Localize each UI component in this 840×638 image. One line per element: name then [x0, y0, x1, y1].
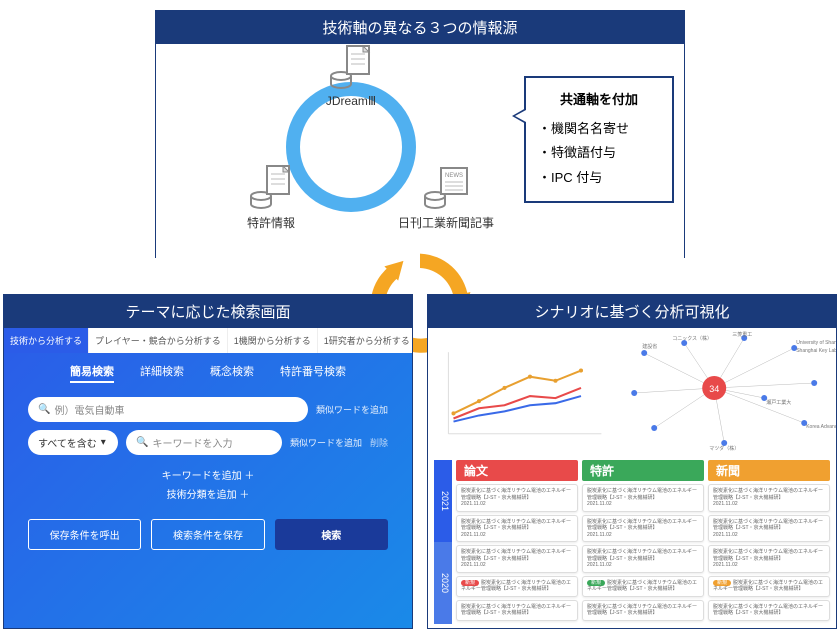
db-news-label: 日刊工業新聞記事 [391, 214, 501, 231]
db-jdream: JDreamⅢ [316, 42, 386, 108]
callout-title: 共通軸を付加 [538, 88, 660, 113]
svg-text:三菱重工: 三菱重工 [732, 331, 752, 338]
timeline-col: 2021 2020 [434, 460, 452, 624]
search-ui: 技術から分析する プレイヤー・競合から分析する 1機関から分析する 1研究者から… [4, 328, 412, 628]
search-title: テーマに応じた検索画面 [4, 295, 412, 328]
search-body: 技術から分析する プレイヤー・競合から分析する 1機関から分析する 1研究者から… [4, 328, 412, 628]
result-card[interactable]: 脱炭素化に基づく海洋リチウム電池のエネルギー管理戦略【J-ST・京大機械研】20… [456, 515, 578, 543]
callout-tail-icon [512, 108, 526, 124]
cat-header-papers: 論文 [456, 460, 578, 481]
add-similar-word[interactable]: 類似ワードを追加 [290, 436, 362, 449]
result-card[interactable]: 脱炭素化に基づく海洋リチウム電池のエネルギー管理戦略【J-ST・京大機械研】20… [582, 515, 704, 543]
result-cards: 2021 2020 論文 脱炭素化に基づく海洋リチウム電池のエネルギー管理戦略【… [434, 460, 830, 624]
result-card[interactable]: 新規脱炭素化に基づく海洋リチウム電池のエネルギー管理戦略【J-ST・京大機械研】 [708, 576, 830, 597]
sources-title: 技術軸の異なる３つの情報源 [156, 11, 684, 44]
line-chart [428, 328, 612, 458]
result-card[interactable]: 脱炭素化に基づく海洋リチウム電池のエネルギー管理戦略【J-ST・京大機械研】20… [456, 484, 578, 512]
placeholder: キーワードを入力 [152, 435, 232, 450]
db-patent-label: 特許情報 [231, 214, 311, 231]
delete-row[interactable]: 削除 [370, 436, 388, 449]
search-panel: テーマに応じた検索画面 技術から分析する プレイヤー・競合から分析する 1機関か… [3, 294, 413, 629]
subtab-concept[interactable]: 概念検索 [210, 363, 254, 383]
callout-item: ・IPC 付与 [538, 166, 660, 191]
add-techclass-link[interactable]: 技術分類を追加 ＋ [4, 486, 412, 505]
db-patent: 特許情報 [231, 162, 311, 231]
database-news-icon: NEWS [423, 162, 469, 212]
database-document-icon [249, 162, 293, 212]
result-card[interactable]: 脱炭素化に基づく海洋リチウム電池のエネルギー管理戦略【J-ST・京大機械研】20… [708, 484, 830, 512]
year-label: 2021 [434, 460, 452, 542]
svg-text:Shanghai Key Laboratory of T: Shanghai Key Laboratory of T [796, 348, 836, 354]
tab-org[interactable]: 1機関から分析する [228, 328, 318, 353]
add-keyword-link[interactable]: キーワードを追加 ＋ [4, 467, 412, 486]
match-select[interactable]: すべてを含む ▾ [28, 430, 118, 455]
svg-text:NEWS: NEWS [445, 173, 463, 179]
charts-area: 34 University of Shanghai for Science Sh… [428, 328, 836, 458]
analysis-tabs: 技術から分析する プレイヤー・競合から分析する 1機関から分析する 1研究者から… [4, 328, 412, 353]
result-card[interactable]: 新規脱炭素化に基づく海洋リチウム電池のエネルギー管理戦略【J-ST・京大機械研】 [582, 576, 704, 597]
add-similar-word[interactable]: 類似ワードを追加 [316, 403, 388, 416]
cat-header-patents: 特許 [582, 460, 704, 481]
svg-text:マツダ（株）: マツダ（株） [709, 445, 739, 452]
result-card[interactable]: 脱炭素化に基づく海洋リチウム電池のエネルギー管理戦略【J-ST・京大機械研】20… [708, 515, 830, 543]
viz-title: シナリオに基づく分析可視化 [428, 295, 836, 328]
result-card[interactable]: 脱炭素化に基づく海洋リチウム電池のエネルギー管理戦略【J-ST・京大機械研】20… [708, 545, 830, 573]
add-links: キーワードを追加 ＋ 技術分類を追加 ＋ [4, 459, 412, 513]
search-button[interactable]: 検索 [275, 519, 388, 550]
result-card[interactable]: 脱炭素化に基づく海洋リチウム電池のエネルギー管理戦略【J-ST・京大機械研】20… [456, 545, 578, 573]
sources-panel: 技術軸の異なる３つの情報源 JDreamⅢ 特許情報 [155, 10, 685, 258]
year-label: 2020 [434, 542, 452, 624]
keyword-input-2[interactable]: 🔍 キーワードを入力 [126, 430, 282, 455]
database-document-icon [329, 42, 373, 92]
search-mode-tabs: 簡易検索 詳細検索 概念検索 特許番号検索 [4, 353, 412, 393]
db-news: NEWS 日刊工業新聞記事 [391, 162, 501, 231]
subtab-simple[interactable]: 簡易検索 [70, 363, 114, 383]
search-icon: 🔍 [38, 404, 50, 415]
callout-box: 共通軸を付加 ・機関名名寄せ ・特徴語付与 ・IPC 付与 [524, 76, 674, 203]
load-saved-button[interactable]: 保存条件を呼出 [28, 519, 141, 550]
col-patents: 特許 脱炭素化に基づく海洋リチウム電池のエネルギー管理戦略【J-ST・京大機械研… [582, 460, 704, 624]
viz-body: 34 University of Shanghai for Science Sh… [428, 328, 836, 628]
tab-researcher[interactable]: 1研究者から分析する [318, 328, 412, 353]
callout-item: ・機関名名寄せ [538, 117, 660, 142]
result-card[interactable]: 脱炭素化に基づく海洋リチウム電池のエネルギー管理戦略【J-ST・京大機械研】 [708, 600, 830, 621]
tab-tech[interactable]: 技術から分析する [4, 328, 89, 353]
cat-header-news: 新聞 [708, 460, 830, 481]
result-card[interactable]: 脱炭素化に基づく海洋リチウム電池のエネルギー管理戦略【J-ST・京大機械研】20… [582, 484, 704, 512]
svg-text:University of Shanghai for Sci: University of Shanghai for Science [796, 340, 836, 346]
center-node-label: 34 [709, 384, 719, 394]
placeholder: 例）電気自動車 [54, 402, 124, 417]
result-card[interactable]: 新規脱炭素化に基づく海洋リチウム電池のエネルギー管理戦略【J-ST・京大機械研】 [456, 576, 578, 597]
result-card[interactable]: 脱炭素化に基づく海洋リチウム電池のエネルギー管理戦略【J-ST・京大機械研】 [456, 600, 578, 621]
tab-player[interactable]: プレイヤー・競合から分析する [89, 328, 228, 353]
svg-text:建設省: 建設省 [642, 343, 657, 350]
keyword-input-1[interactable]: 🔍 例）電気自動車 [28, 397, 308, 422]
result-card[interactable]: 脱炭素化に基づく海洋リチウム電池のエネルギー管理戦略【J-ST・京大機械研】 [582, 600, 704, 621]
result-card[interactable]: 脱炭素化に基づく海洋リチウム電池のエネルギー管理戦略【J-ST・京大機械研】20… [582, 545, 704, 573]
viz-panel: シナリオに基づく分析可視化 [427, 294, 837, 629]
db-jdream-label: JDreamⅢ [316, 94, 386, 108]
network-chart: 34 University of Shanghai for Science Sh… [612, 328, 836, 458]
svg-text:Korea Advanced Inst. Sc: Korea Advanced Inst. Sc [806, 424, 836, 430]
save-condition-button[interactable]: 検索条件を保存 [151, 519, 264, 550]
search-icon: 🔍 [136, 437, 148, 448]
subtab-detail[interactable]: 詳細検索 [140, 363, 184, 383]
svg-text:瀬戸工業大: 瀬戸工業大 [766, 399, 791, 406]
sources-body: JDreamⅢ 特許情報 NEWS 日刊工業新聞記事 共 [156, 44, 684, 260]
callout-item: ・特徴語付与 [538, 141, 660, 166]
chevron-down-icon: ▾ [101, 437, 106, 448]
subtab-patentno[interactable]: 特許番号検索 [280, 363, 346, 383]
col-papers: 論文 脱炭素化に基づく海洋リチウム電池のエネルギー管理戦略【J-ST・京大機械研… [456, 460, 578, 624]
svg-text:コニックス（株）: コニックス（株） [672, 335, 712, 342]
col-news: 新聞 脱炭素化に基づく海洋リチウム電池のエネルギー管理戦略【J-ST・京大機械研… [708, 460, 830, 624]
